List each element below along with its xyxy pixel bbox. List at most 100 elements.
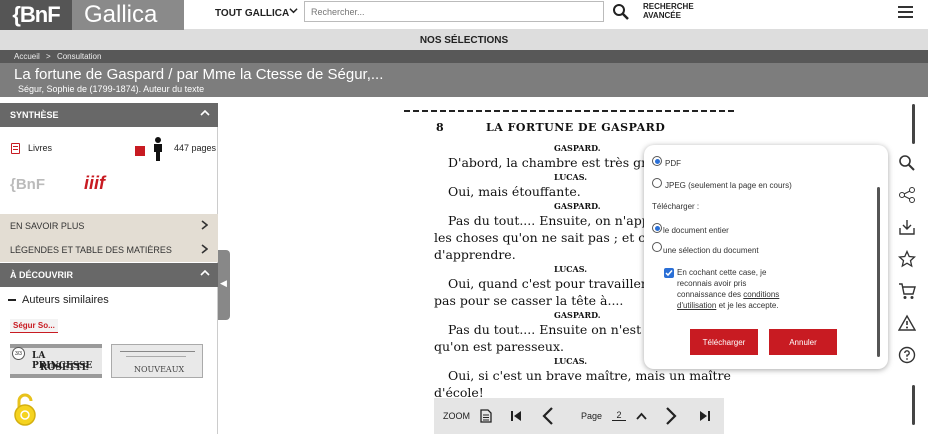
- page-title: La fortune de Gaspard / par Mme la Ctess…: [14, 66, 384, 83]
- breadcrumb-current: Consultation: [56, 52, 102, 61]
- book-icon: [11, 143, 20, 154]
- consent-text: En cochant cette case, je reconnais avoi…: [677, 267, 797, 311]
- page-scrollbar-bottom[interactable]: [912, 385, 915, 425]
- page-up-icon[interactable]: [636, 412, 647, 422]
- thumbnail-princesse-rosette[interactable]: 3/3 LA PRINCESSE ROSETTE: [10, 344, 102, 378]
- minus-icon: [8, 299, 16, 301]
- consent-line-4: et je les accepte.: [718, 301, 779, 310]
- thumbnail-nouveaux[interactable]: NOUVEAUX: [111, 344, 203, 378]
- chevron-right-icon: [201, 219, 209, 233]
- selections-bar[interactable]: NOS SÉLECTIONS: [0, 30, 928, 50]
- breadcrumb: Accueil > Consultation: [0, 50, 928, 63]
- share-icon[interactable]: [898, 186, 916, 204]
- utilisation-link[interactable]: d'utilisation: [677, 301, 716, 310]
- top-bar: {BnF Gallica TOUT GALLICA RECHERCHE AVAN…: [0, 0, 928, 30]
- document-entier-label: le document entier: [663, 226, 729, 235]
- chevron-right-icon: [201, 243, 209, 257]
- text-line: Oui, mais étouffante.: [448, 184, 581, 199]
- title-bar: La fortune de Gaspard / par Mme la Ctess…: [0, 63, 928, 97]
- panel-scrollbar[interactable]: [877, 187, 880, 357]
- chevron-up-icon: [200, 268, 210, 280]
- bnf-small-logo[interactable]: {BnF: [10, 176, 45, 193]
- cart-icon[interactable]: [898, 282, 916, 300]
- iiif-logo[interactable]: iiif: [84, 173, 105, 194]
- text-line: les choses qu'on ne sait pas ; et c'est …: [434, 230, 677, 245]
- download-panel: PDF JPEG (seulement la page en cours) Té…: [644, 145, 888, 369]
- chevron-left-icon: ◀: [220, 278, 227, 288]
- viewer-navbar: ZOOM Page 2: [434, 398, 724, 434]
- format-pdf-label: PDF: [665, 159, 681, 168]
- format-jpeg-label: JPEG (seulement la page en cours): [665, 181, 792, 190]
- search-scope-select[interactable]: TOUT GALLICA: [215, 8, 289, 19]
- last-page-icon[interactable]: [699, 410, 711, 424]
- speaker-name: GASPARD.: [554, 201, 601, 211]
- legendes-label: LÉGENDES ET TABLE DES MATIÈRES: [10, 245, 172, 255]
- thumb-badge: 3/3: [12, 347, 25, 360]
- thumb1-line2: ROSETTE: [40, 363, 89, 373]
- gallica-logo[interactable]: Gallica: [72, 0, 184, 30]
- page-label: Page: [581, 411, 603, 421]
- chevron-up-icon: [200, 108, 210, 120]
- speaker-name: GASPARD.: [554, 310, 601, 320]
- thumb2-text: NOUVEAUX: [134, 365, 185, 374]
- doc-type-label: Livres: [28, 143, 53, 153]
- synthese-header[interactable]: SYNTHÈSE: [0, 103, 218, 127]
- download-button[interactable]: Télécharger: [690, 329, 758, 355]
- chevron-down-icon[interactable]: [289, 6, 298, 18]
- first-page-icon[interactable]: [510, 410, 522, 424]
- radio-jpeg[interactable]: [652, 178, 662, 188]
- download-tray-icon[interactable]: [898, 218, 916, 236]
- speaker-name: LUCAS.: [554, 264, 588, 274]
- search-icon[interactable]: [612, 3, 630, 21]
- radio-document-entier[interactable]: [652, 223, 662, 233]
- help-icon[interactable]: [898, 346, 916, 364]
- next-page-icon[interactable]: [665, 407, 677, 427]
- lock-open-icon: [12, 393, 38, 432]
- zoom-button[interactable]: ZOOM: [443, 411, 470, 421]
- text-line: pas pour se casser la tête à....: [434, 293, 624, 308]
- search-input[interactable]: [304, 1, 604, 22]
- page-input[interactable]: 2: [612, 410, 626, 421]
- consent-line-1: En cochant cette case, je: [677, 268, 767, 277]
- auteurs-similaires-label: Auteurs similaires: [22, 294, 109, 306]
- radio-pdf[interactable]: [652, 156, 662, 166]
- page-number: 8: [436, 121, 444, 134]
- text-line: qu'on est paresseux.: [434, 339, 564, 354]
- previous-page-icon[interactable]: [542, 407, 554, 427]
- en-savoir-plus-label: EN SAVOIR PLUS: [10, 221, 85, 231]
- search-icon[interactable]: [898, 154, 916, 172]
- page-view-icon[interactable]: [480, 409, 492, 425]
- bnf-logo[interactable]: {BnF: [0, 0, 72, 30]
- en-savoir-plus-row[interactable]: EN SAVOIR PLUS: [0, 214, 218, 238]
- cancel-button[interactable]: Annuler: [769, 329, 837, 355]
- consent-line-3: connaissance des: [677, 290, 742, 299]
- text-line: Oui, si c'est un brave maître, mais un m…: [448, 368, 731, 383]
- selection-label: une sélection du document: [663, 246, 759, 255]
- breadcrumb-home[interactable]: Accueil: [14, 52, 40, 61]
- text-line: d'apprendre.: [434, 247, 516, 262]
- page-scrollbar[interactable]: [912, 104, 915, 144]
- sidebar-collapse-handle[interactable]: ◀: [218, 250, 230, 320]
- consent-line-2: reconnais avoir pris: [677, 279, 747, 288]
- red-square-icon: [135, 146, 145, 156]
- star-icon[interactable]: [897, 249, 917, 268]
- telecharger-scope-label: Télécharger :: [652, 202, 700, 211]
- menu-icon[interactable]: [898, 6, 913, 18]
- author-tag[interactable]: Ségur So...: [10, 319, 58, 333]
- running-head: LA FORTUNE DE GASPARD: [486, 121, 666, 134]
- toolbar-right: [890, 148, 928, 368]
- a-decouvrir-header[interactable]: À DÉCOUVRIR: [0, 263, 218, 287]
- synthese-label: SYNTHÈSE: [10, 110, 59, 120]
- legendes-row[interactable]: LÉGENDES ET TABLE DES MATIÈRES: [0, 238, 218, 262]
- person-icon: [151, 137, 165, 166]
- conditions-link[interactable]: conditions: [743, 290, 779, 299]
- sidebar: SYNTHÈSE Livres 447 pages {BnF iiif EN S…: [0, 103, 218, 434]
- breadcrumb-separator: >: [46, 52, 51, 61]
- advanced-search-link[interactable]: RECHERCHE AVANCÉE: [643, 2, 703, 20]
- auteurs-similaires-toggle[interactable]: Auteurs similaires: [8, 294, 109, 306]
- author-line[interactable]: Ségur, Sophie de (1799-1874). Auteur du …: [18, 84, 204, 94]
- speaker-name: LUCAS.: [554, 172, 588, 182]
- warning-icon[interactable]: [897, 314, 917, 332]
- radio-selection[interactable]: [652, 242, 662, 252]
- consent-checkbox[interactable]: [664, 268, 674, 278]
